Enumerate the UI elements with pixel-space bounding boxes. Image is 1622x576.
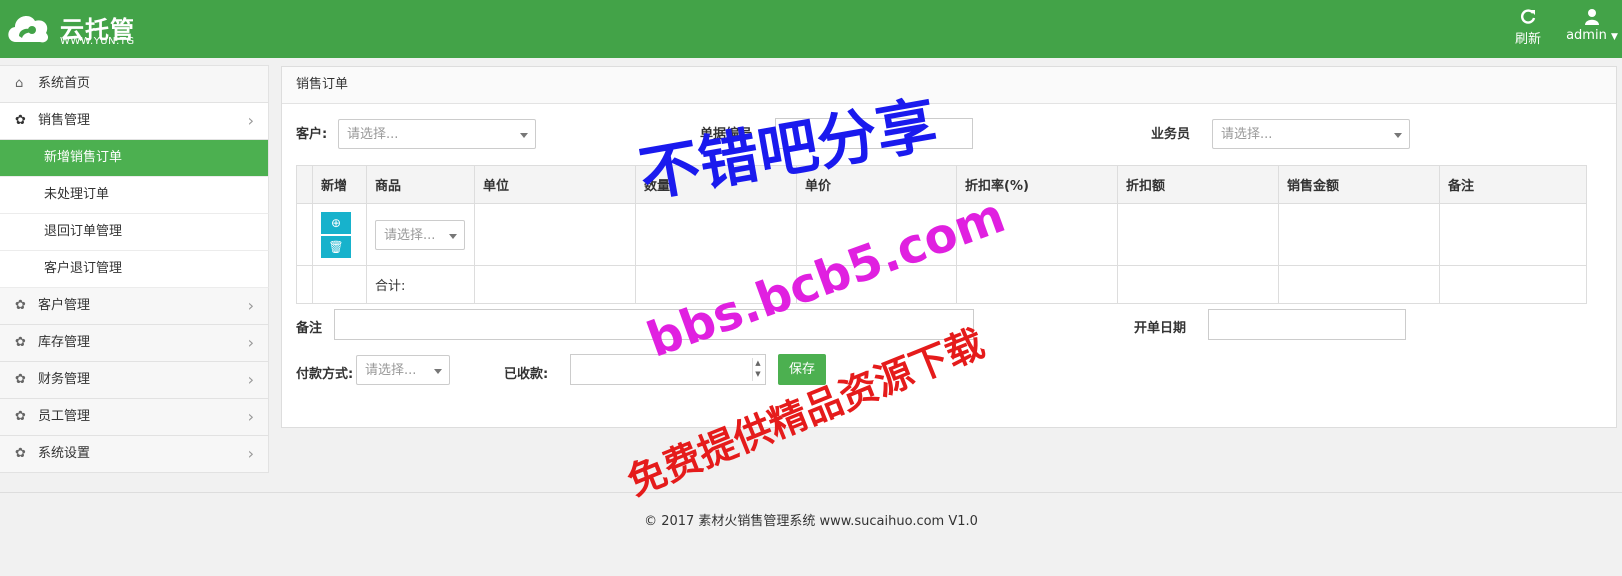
sales-order-panel: 销售订单 客户: 请选择... 单据编号 业务员 请选择... 新增 商品 单位…	[281, 66, 1617, 428]
received-label: 已收款:	[504, 367, 549, 382]
caret-down-icon	[520, 133, 528, 138]
salesman-label: 业务员	[1151, 127, 1191, 142]
sidebar-item-label: 客户管理	[38, 298, 91, 313]
price-cell[interactable]	[796, 203, 957, 266]
save-button[interactable]: 保存	[778, 354, 826, 385]
payment-method-placeholder: 请选择...	[365, 363, 417, 378]
sidebar-subitem-returned-orders[interactable]: 退回订单管理	[0, 214, 269, 251]
product-select-placeholder: 请选择...	[384, 227, 436, 243]
sidebar-item-home[interactable]: ⌂ 系统首页	[0, 65, 269, 103]
add-row-button[interactable]: ⊕	[321, 211, 351, 234]
logo-text-en: WWW.YUN.TG	[60, 36, 135, 47]
received-amount-input[interactable]: ▲ ▼	[570, 354, 766, 385]
app-logo[interactable]: 云托管 WWW.YUN.TG	[4, 6, 144, 50]
gear-icon: ✿	[15, 335, 26, 350]
table-header-cell: 备注	[1439, 165, 1587, 204]
sidebar-item-label: 员工管理	[38, 409, 91, 424]
caret-down-icon	[434, 369, 442, 374]
customer-label: 客户:	[296, 127, 328, 142]
user-label: admin	[1566, 28, 1607, 43]
sidebar-item-label: 库存管理	[38, 335, 91, 350]
table-header-cell: 新增	[312, 165, 367, 204]
top-navbar: 云托管 WWW.YUN.TG 刷新 admin ▼	[0, 0, 1622, 58]
user-menu[interactable]: admin ▼	[1565, 8, 1619, 43]
discount-rate-cell[interactable]	[956, 203, 1118, 266]
plus-circle-icon: ⊕	[330, 215, 342, 230]
user-icon	[1565, 8, 1619, 28]
sidebar-item-finance[interactable]: ✿ 财务管理 ›	[0, 362, 269, 399]
chevron-right-icon: ›	[247, 296, 254, 315]
caret-down-icon	[1394, 133, 1402, 138]
chevron-right-icon: ›	[247, 444, 254, 463]
chevron-right-icon: ›	[247, 370, 254, 389]
total-label: 合计:	[366, 265, 475, 304]
sidebar-item-staff[interactable]: ✿ 员工管理 ›	[0, 399, 269, 436]
cloud-logo-icon	[8, 16, 49, 43]
gear-icon: ✿	[15, 298, 26, 313]
customer-select[interactable]: 请选择...	[338, 119, 536, 149]
footer-copyright: © 2017 素材火销售管理系统 www.sucaihuo.com V1.0	[644, 514, 978, 529]
table-header-cell: 单价	[796, 165, 957, 204]
sidebar-item-sales[interactable]: ✿ 销售管理 ›	[0, 103, 269, 140]
salesman-select-placeholder: 请选择...	[1221, 127, 1273, 142]
sidebar-item-inventory[interactable]: ✿ 库存管理 ›	[0, 325, 269, 362]
caret-down-icon	[449, 233, 457, 239]
remark-cell[interactable]	[1439, 203, 1587, 266]
gear-icon: ✿	[15, 446, 26, 461]
discount-amount-cell[interactable]	[1117, 203, 1279, 266]
footer: © 2017 素材火销售管理系统 www.sucaihuo.com V1.0	[0, 492, 1622, 576]
open-date-input[interactable]	[1208, 309, 1406, 340]
delete-row-button[interactable]: 🗑	[321, 235, 351, 258]
payment-method-select[interactable]: 请选择...	[356, 355, 450, 385]
refresh-icon	[1508, 8, 1548, 28]
sidebar-item-label: 销售管理	[38, 113, 91, 128]
table-header-cell: 数量	[635, 165, 797, 204]
unit-cell[interactable]	[474, 203, 636, 266]
sidebar-subitem-pending-orders[interactable]: 未处理订单	[0, 177, 269, 214]
customer-select-placeholder: 请选择...	[347, 127, 399, 142]
gear-icon: ✿	[15, 113, 26, 128]
product-select[interactable]: 请选择...	[375, 219, 465, 250]
sidebar-item-label: 系统设置	[38, 446, 91, 461]
sidebar-item-settings[interactable]: ✿ 系统设置 ›	[0, 436, 269, 473]
sales-amount-cell[interactable]	[1278, 203, 1440, 266]
doc-no-input[interactable]	[775, 118, 973, 149]
sidebar: ⌂ 系统首页 ✿ 销售管理 › 新增销售订单 未处理订单 退回订单管理 客户退订…	[0, 65, 269, 473]
refresh-button[interactable]: 刷新	[1508, 8, 1548, 47]
sidebar-item-label: 系统首页	[38, 76, 91, 91]
refresh-label: 刷新	[1514, 32, 1541, 47]
table-header-cell: 商品	[366, 165, 475, 204]
number-spinner[interactable]: ▲ ▼	[752, 358, 763, 381]
trash-icon: 🗑	[328, 239, 344, 254]
table-total-row: 合计:	[296, 265, 1587, 304]
home-icon: ⌂	[15, 76, 24, 91]
salesman-select[interactable]: 请选择...	[1212, 119, 1410, 149]
panel-title: 销售订单	[282, 67, 1616, 104]
gear-icon: ✿	[15, 409, 26, 424]
table-row: ⊕ 🗑 请选择...	[296, 203, 1587, 266]
order-items-table: 新增 商品 单位 数量 单价 折扣率(%) 折扣额 销售金额 备注 ⊕ 🗑 请选…	[296, 165, 1587, 304]
chevron-right-icon: ›	[247, 333, 254, 352]
sidebar-subitem-new-order[interactable]: 新增销售订单	[0, 140, 269, 177]
chevron-down-icon: ▼	[1610, 32, 1618, 42]
sidebar-item-customers[interactable]: ✿ 客户管理 ›	[0, 288, 269, 325]
chevron-right-icon: ›	[247, 407, 254, 426]
payment-method-label: 付款方式:	[296, 367, 354, 382]
sidebar-item-label: 财务管理	[38, 372, 91, 387]
table-header-cell: 折扣率(%)	[956, 165, 1118, 204]
open-date-label: 开单日期	[1134, 321, 1187, 336]
chevron-right-icon: ›	[247, 111, 254, 130]
remark-label: 备注	[296, 321, 323, 336]
quantity-cell[interactable]	[635, 203, 797, 266]
sidebar-subitem-customer-cancel[interactable]: 客户退订管理	[0, 251, 269, 288]
table-header-cell: 单位	[474, 165, 636, 204]
doc-no-label: 单据编号	[700, 127, 753, 142]
table-header-row: 新增 商品 单位 数量 单价 折扣率(%) 折扣额 销售金额 备注	[296, 165, 1587, 204]
gear-icon: ✿	[15, 372, 26, 387]
remark-input[interactable]	[334, 309, 974, 340]
table-header-cell: 销售金额	[1278, 165, 1440, 204]
table-header-cell: 折扣额	[1117, 165, 1279, 204]
